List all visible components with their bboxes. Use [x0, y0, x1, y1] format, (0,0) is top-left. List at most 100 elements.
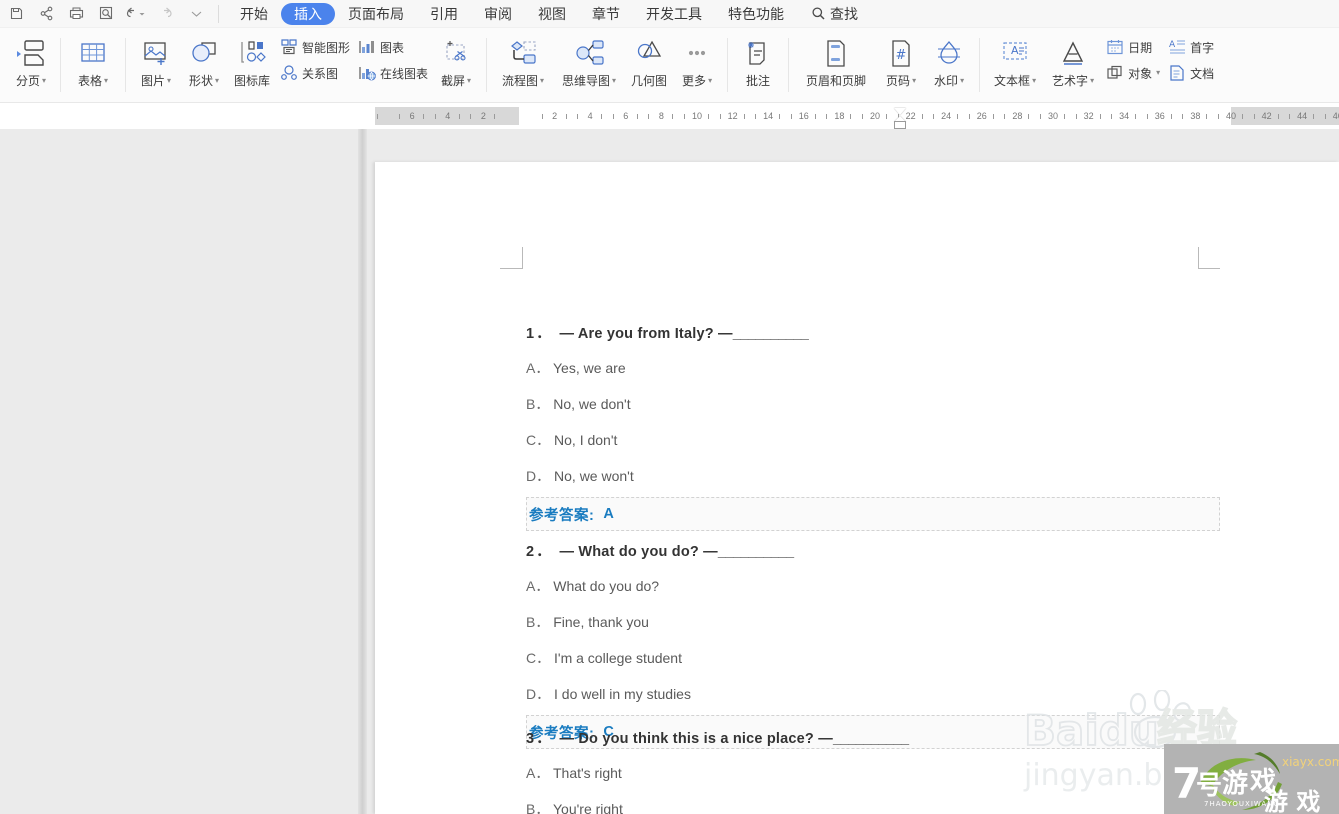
- ribbon-button-yema[interactable]: # 页码 ▾: [877, 28, 925, 89]
- horizontal-ruler[interactable]: 6 4 2 2 4 6 8 10 12 14 16 18 20 22 24 26 28 30 32 34 36 38 40 4…: [375, 107, 1339, 129]
- ruler-tick-4: 4: [587, 111, 593, 121]
- customize-qat-icon[interactable]: [182, 2, 210, 26]
- ruler-tickmark: [743, 114, 745, 119]
- ribbon-button-siweidaotu[interactable]: 思维导图 ▾: [553, 28, 625, 89]
- ruler-tick-10: 10: [691, 111, 702, 121]
- ruler-tick-12: 12: [727, 111, 738, 121]
- ribbon-button-gengduo[interactable]: 更多 ▾: [673, 28, 721, 89]
- ribbon-divider: [125, 38, 126, 92]
- tab-zhangjie[interactable]: 章节: [579, 3, 633, 25]
- tab-yemianbuju[interactable]: 页面布局: [335, 3, 417, 25]
- ribbon-button-tubiao[interactable]: 图表: [354, 37, 432, 57]
- ribbon-button-xingzhuang[interactable]: 形状 ▾: [180, 28, 228, 89]
- text-box-icon: A: [998, 36, 1032, 70]
- tab-tesegongneng[interactable]: 特色功能: [715, 3, 797, 25]
- ruler-tick-44: 44: [1297, 111, 1308, 121]
- vertical-scrollbar[interactable]: [358, 129, 367, 814]
- ruler-tickmark: [779, 114, 781, 119]
- chevron-down-icon[interactable]: ▾: [960, 76, 964, 85]
- chevron-down-icon[interactable]: ▾: [708, 76, 712, 85]
- chevron-down-icon[interactable]: ▾: [42, 76, 46, 85]
- tab-yinyong[interactable]: 引用: [417, 3, 471, 25]
- tab-kaishi[interactable]: 开始: [227, 3, 281, 25]
- undo-icon[interactable]: [122, 2, 150, 26]
- left-indent-marker[interactable]: [894, 121, 906, 129]
- ribbon-button-fenye[interactable]: 分页 ▾: [8, 28, 54, 89]
- redo-icon[interactable]: [152, 2, 180, 26]
- chevron-down-icon[interactable]: ▾: [215, 76, 219, 85]
- find-button[interactable]: 查找: [811, 4, 858, 24]
- question-text: — Are you from Italy? —: [559, 326, 733, 342]
- page-split-icon: [14, 36, 48, 70]
- chevron-down-icon[interactable]: ▾: [1032, 76, 1036, 85]
- ribbon-group-text: A 文本框 ▾ 艺术字 ▾ 日期 对象 ▾ A 首字 文档: [986, 28, 1218, 102]
- ribbon-divider: [979, 38, 981, 92]
- share-icon[interactable]: [32, 2, 60, 26]
- chevron-down-icon[interactable]: ▾: [167, 76, 171, 85]
- ruler-tickmark: [790, 114, 792, 119]
- option-letter: C: [526, 432, 537, 448]
- chevron-down-icon[interactable]: ▾: [912, 76, 916, 85]
- ruler-tick-34: 34: [1119, 111, 1130, 121]
- option-letter: A: [526, 578, 536, 594]
- chevron-down-icon[interactable]: ▾: [612, 76, 616, 85]
- ribbon-button-ye[interactable]: 页▾: [0, 28, 8, 89]
- document-page[interactable]: 1 ． — Are you from Italy? —__________ A． …: [375, 162, 1339, 814]
- ruler-tickmark: [862, 114, 863, 119]
- chevron-down-icon[interactable]: ▾: [104, 76, 108, 85]
- chevron-down-icon[interactable]: ▾: [540, 76, 544, 85]
- tab-shenyue[interactable]: 审阅: [471, 3, 525, 25]
- tab-shitu[interactable]: 视图: [525, 3, 579, 25]
- ribbon-label-wendang: 文档: [1190, 66, 1215, 81]
- ribbon-button-shuiyin[interactable]: 水印 ▾: [925, 28, 973, 89]
- ribbon-label-jieping: 截屏: [441, 74, 466, 88]
- ribbon-button-tubiaoku[interactable]: 图标库: [228, 28, 276, 89]
- ribbon-button-pizhu[interactable]: 批注: [734, 28, 782, 89]
- ribbon-column-date-object: 日期 对象 ▾: [1102, 28, 1164, 83]
- option-text: I do well in my studies: [554, 686, 691, 702]
- ribbon-button-wendang[interactable]: 文档: [1164, 63, 1218, 83]
- option-sep: ．: [535, 578, 550, 594]
- first-line-indent-marker[interactable]: [894, 108, 906, 115]
- ruler-tick-42: 42: [1261, 111, 1272, 121]
- tab-kaifagongju[interactable]: 开发工具: [633, 3, 715, 25]
- ruler-tickmark: [1289, 114, 1291, 119]
- ribbon-button-jihetu[interactable]: 几何图: [625, 28, 673, 89]
- ribbon-button-wenbenkuang[interactable]: A 文本框 ▾: [986, 28, 1044, 89]
- page-break-icon: [0, 36, 1, 70]
- option-row: B． Fine, thank you: [526, 612, 1226, 632]
- ribbon-button-zaixiantubiao[interactable]: 在线图表: [354, 63, 432, 83]
- chevron-down-icon[interactable]: ▾: [467, 76, 471, 85]
- ribbon-label-yema: 页码: [886, 74, 911, 88]
- print-icon[interactable]: [62, 2, 90, 26]
- ruler-tickmark: [541, 114, 543, 119]
- ruler-tick-2: 2: [552, 111, 558, 121]
- ribbon-button-jieping[interactable]: 截屏 ▾: [432, 28, 480, 89]
- ribbon-button-duixiang[interactable]: 对象 ▾: [1102, 63, 1164, 83]
- print-preview-icon[interactable]: [92, 2, 120, 26]
- ruler-tickmark: [933, 114, 935, 119]
- option-text: No, I don't: [554, 432, 618, 448]
- mindmap-icon: [572, 36, 606, 70]
- ribbon-button-shouzi[interactable]: A 首字: [1164, 37, 1218, 57]
- search-icon: [811, 6, 826, 21]
- ribbon-button-guanxitu[interactable]: 关系图: [276, 63, 354, 83]
- ruler-tick-6: 6: [623, 111, 629, 121]
- option-row: B． You're right: [526, 799, 1226, 814]
- date-icon: [1106, 38, 1124, 56]
- ribbon-button-yemeiheyejiao[interactable]: 页眉和页脚: [795, 28, 877, 89]
- ribbon-button-tupian[interactable]: 图片 ▾: [132, 28, 180, 89]
- ribbon-button-zhinengtuxing[interactable]: 智能图形: [276, 37, 354, 57]
- word-art-icon: [1056, 36, 1090, 70]
- ruler-tick-left-6: 6: [409, 111, 415, 121]
- ribbon-button-biaoge[interactable]: 表格 ▾: [67, 28, 119, 89]
- ribbon-button-liuchengtu[interactable]: 流程图 ▾: [493, 28, 553, 89]
- ribbon-button-riqi[interactable]: 日期: [1102, 37, 1164, 57]
- menu-bar: 开始 插入 页面布局 引用 审阅 视图 章节 开发工具 特色功能 查找: [0, 0, 1339, 28]
- ribbon-button-yishuzi[interactable]: 艺术字 ▾: [1044, 28, 1102, 89]
- chevron-down-icon[interactable]: ▾: [1156, 69, 1160, 77]
- chevron-down-icon[interactable]: ▾: [1090, 76, 1094, 85]
- ribbon-divider: [486, 38, 488, 92]
- tab-charu[interactable]: 插入: [281, 2, 335, 25]
- save-icon[interactable]: [2, 2, 30, 26]
